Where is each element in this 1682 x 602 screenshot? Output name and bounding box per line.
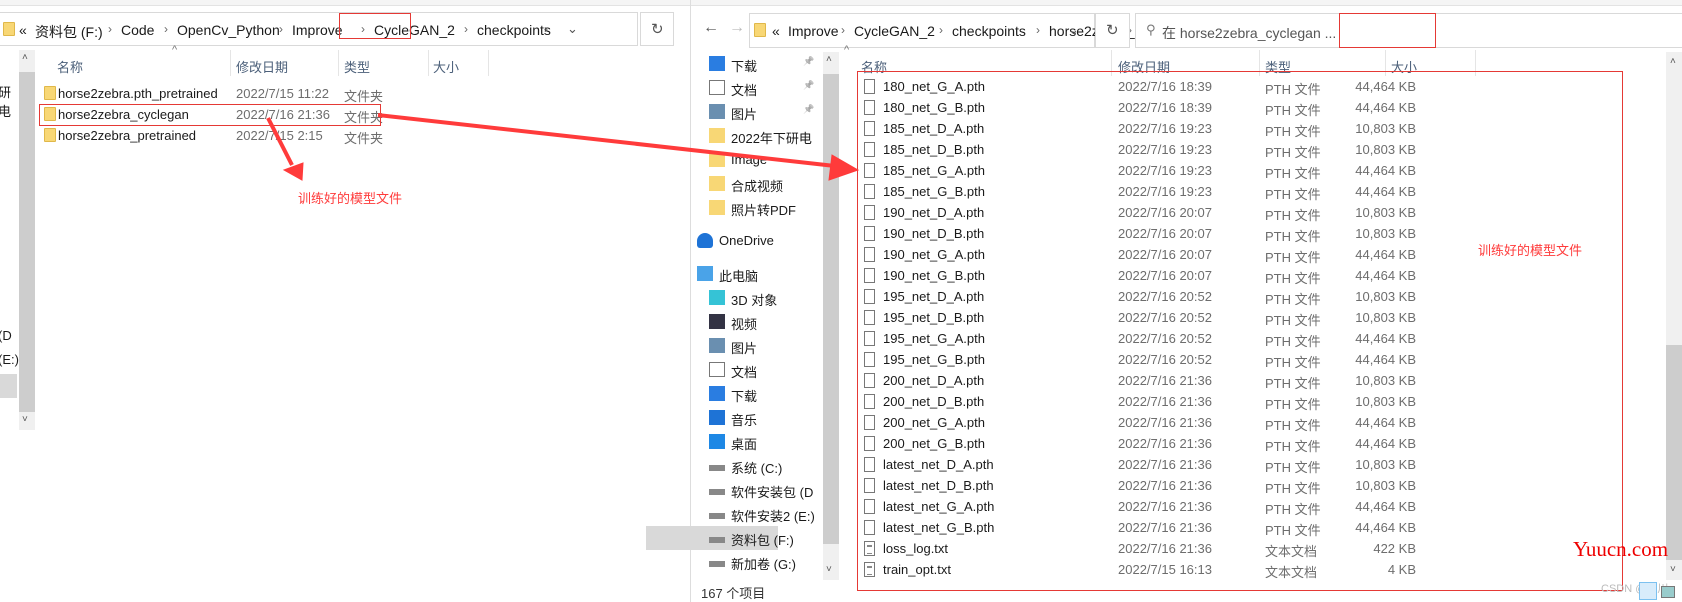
- arrow-line: [377, 113, 836, 168]
- arrow-head: [828, 154, 860, 181]
- annotation-arrows: [266, 113, 860, 181]
- arrow-head: [282, 162, 304, 181]
- arrow-line: [266, 117, 294, 166]
